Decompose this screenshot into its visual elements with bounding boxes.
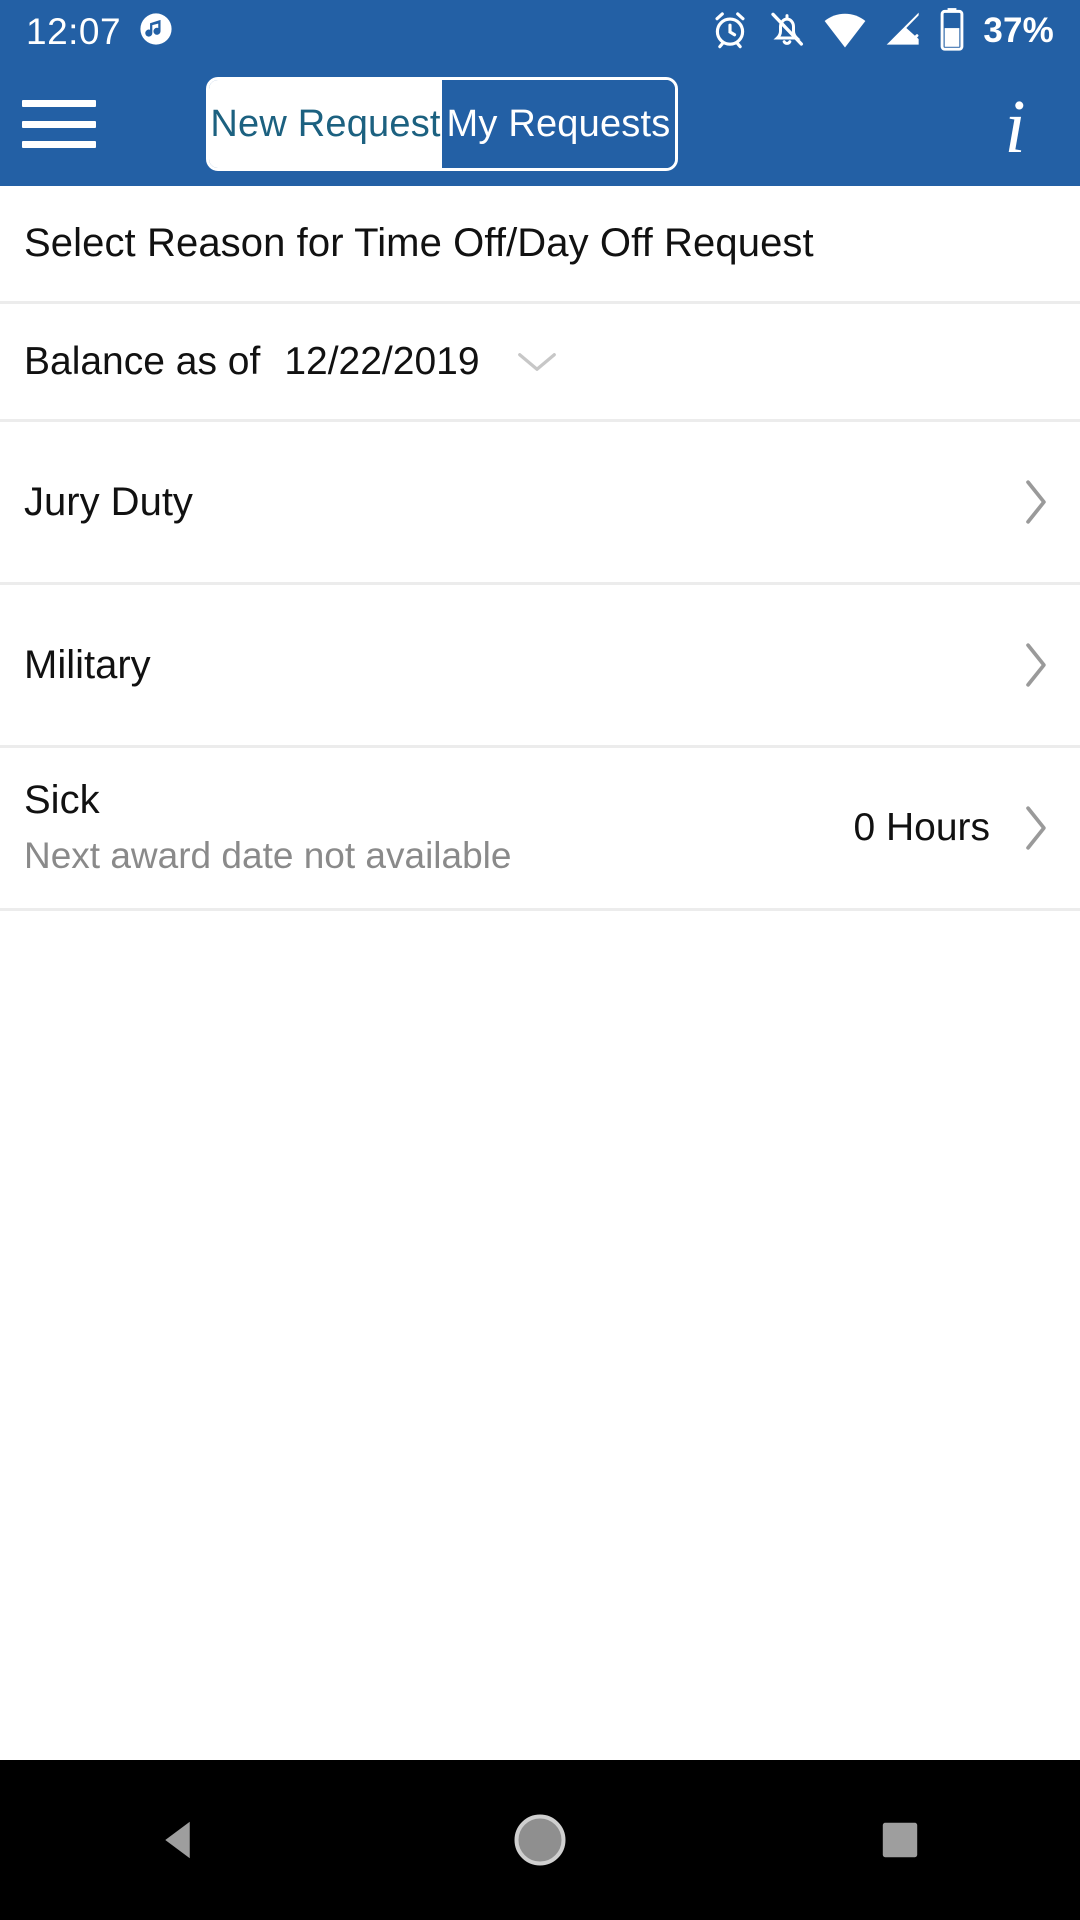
row-labels: Jury Duty <box>24 478 990 526</box>
recents-square-icon[interactable] <box>810 1760 990 1920</box>
row-title: Military <box>24 643 151 687</box>
status-bar-clock: 12:07 <box>26 10 122 52</box>
balance-as-of-label: Balance as of <box>24 339 261 383</box>
back-triangle-icon[interactable] <box>90 1760 270 1920</box>
section-header: Select Reason for Time Off/Day Off Reque… <box>0 186 1080 304</box>
main-content: Select Reason for Time Off/Day Off Reque… <box>0 186 1080 1760</box>
tab-my-requests[interactable]: My Requests <box>442 80 675 168</box>
cellular-off-icon <box>883 9 923 54</box>
row-subtitle: Next award date not available <box>24 834 512 876</box>
section-header-label: Select Reason for Time Off/Day Off Reque… <box>24 221 814 265</box>
battery-icon <box>939 7 965 56</box>
info-icon-glyph: i <box>1004 85 1026 169</box>
chevron-down-icon[interactable] <box>514 348 560 376</box>
table-row[interactable]: Jury Duty <box>0 422 1080 585</box>
home-circle-icon[interactable] <box>450 1760 630 1920</box>
table-row[interactable]: Sick Next award date not available 0 Hou… <box>0 748 1080 911</box>
info-icon[interactable]: i <box>980 85 1050 169</box>
phone-screen: 12:07 37% New Request My Requests i Sele… <box>0 0 1080 1920</box>
balance-as-of-row[interactable]: Balance as of 12/22/2019 <box>0 304 1080 422</box>
status-bar-left: 12:07 <box>0 12 173 51</box>
table-row[interactable]: Military <box>0 585 1080 748</box>
request-tabs: New Request My Requests <box>206 77 678 171</box>
row-value: 0 Hours <box>853 806 990 849</box>
tab-new-request[interactable]: New Request <box>209 80 442 168</box>
tab-my-requests-label: My Requests <box>446 102 671 145</box>
status-bar: 12:07 37% <box>0 0 1080 62</box>
row-title: Sick <box>24 777 100 822</box>
notifications-off-icon <box>767 8 807 55</box>
row-title: Jury Duty <box>24 480 193 524</box>
alarm-icon <box>709 8 751 55</box>
balance-as-of-date: 12/22/2019 <box>284 339 480 383</box>
tab-new-request-label: New Request <box>210 102 441 145</box>
hamburger-menu-icon[interactable] <box>22 93 96 155</box>
chevron-right-icon[interactable] <box>1016 474 1056 530</box>
row-labels: Military <box>24 641 990 689</box>
row-labels: Sick Next award date not available <box>24 776 853 881</box>
music-note-icon <box>139 12 173 51</box>
status-bar-right: 37% <box>709 7 1080 56</box>
wifi-icon <box>823 9 867 54</box>
android-nav-bar <box>0 1760 1080 1920</box>
app-bar: New Request My Requests i <box>0 62 1080 186</box>
chevron-right-icon[interactable] <box>1016 637 1056 693</box>
chevron-right-icon[interactable] <box>1016 800 1056 856</box>
battery-percent-label: 37% <box>983 11 1054 50</box>
